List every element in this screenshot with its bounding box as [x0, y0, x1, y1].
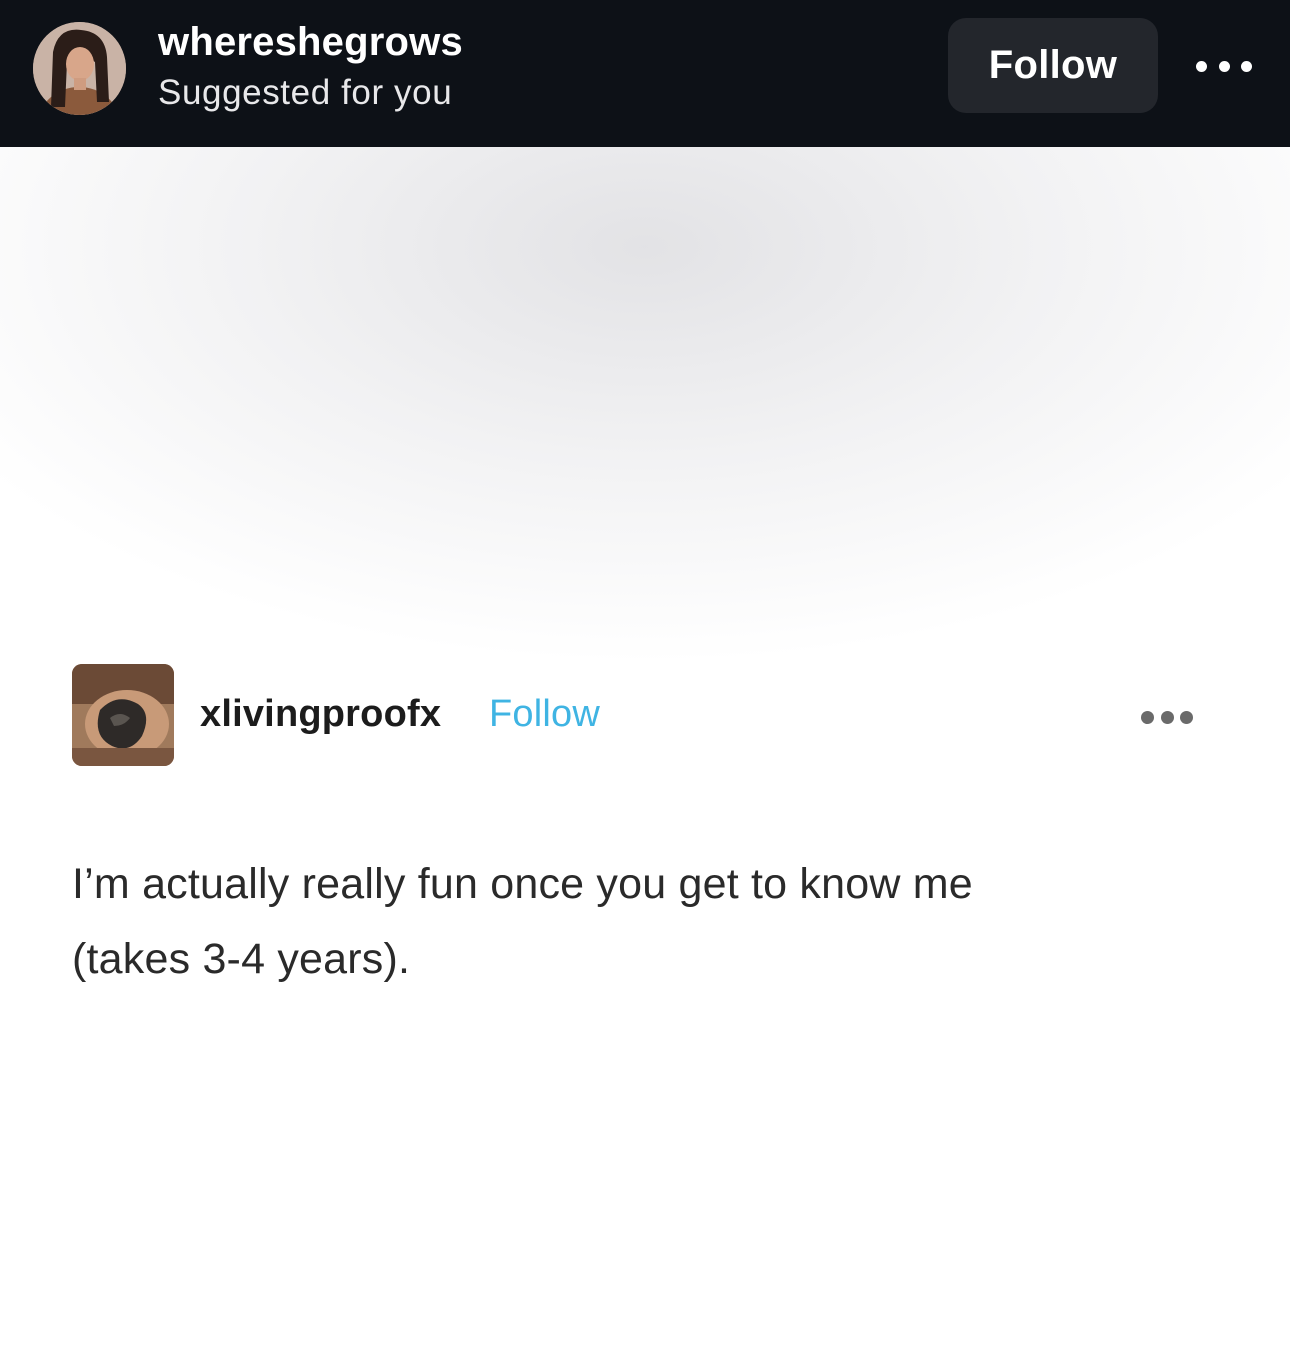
dot	[1218, 60, 1230, 72]
suggested-label: Suggested for you	[158, 73, 453, 112]
header-follow-button[interactable]: Follow	[948, 18, 1158, 113]
post-text-line: I’m actually really fun once you get to …	[72, 860, 973, 908]
more-horizontal-icon	[1141, 710, 1193, 724]
author-avatar-icon	[72, 664, 174, 766]
app-root: whereshegrows Suggested for you Follow x…	[0, 0, 1290, 1346]
dot	[1160, 710, 1174, 724]
avatar[interactable]	[33, 22, 126, 115]
dot	[1241, 60, 1252, 72]
header-username[interactable]: whereshegrows	[158, 20, 463, 65]
author-avatar	[72, 664, 174, 766]
author-username: xlivingproofx	[200, 693, 442, 735]
dot	[1141, 710, 1154, 724]
image-shading	[0, 147, 1290, 667]
dot	[1196, 60, 1207, 72]
author-follow-link: Follow	[489, 693, 601, 735]
post-header: whereshegrows Suggested for you Follow	[0, 0, 1290, 147]
post-image: xlivingproofx Follow I’m actually really…	[0, 147, 1290, 1346]
more-options-icon[interactable]	[1196, 50, 1252, 82]
post-body-text: I’m actually really fun once you get to …	[72, 847, 1192, 997]
dot	[1180, 710, 1193, 724]
user-avatar-icon	[33, 22, 126, 115]
post-text-line: (takes 3-4 years).	[72, 935, 411, 983]
